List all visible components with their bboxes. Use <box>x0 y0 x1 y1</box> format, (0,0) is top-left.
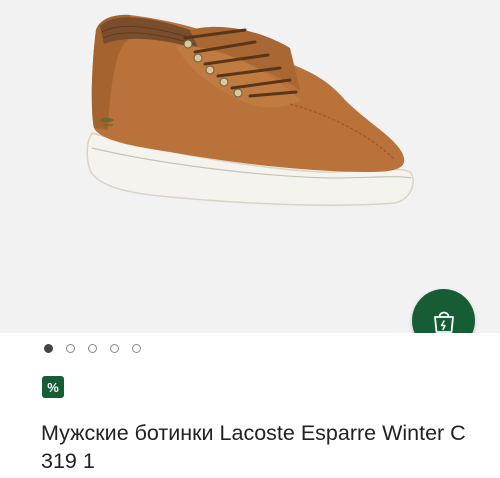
gallery-pagination[interactable] <box>44 342 141 354</box>
pagination-dot[interactable] <box>132 343 141 353</box>
product-image <box>86 14 414 206</box>
product-image-gallery[interactable] <box>0 0 500 333</box>
pagination-dot[interactable] <box>88 343 97 353</box>
pagination-dot[interactable] <box>110 343 119 353</box>
discount-badge: % <box>42 376 64 398</box>
product-title: Мужские ботинки Lacoste Esparre Winter C… <box>41 421 466 473</box>
pagination-dot[interactable] <box>66 343 75 353</box>
shopping-bag-icon <box>433 311 454 333</box>
pagination-dot[interactable] <box>44 343 53 353</box>
